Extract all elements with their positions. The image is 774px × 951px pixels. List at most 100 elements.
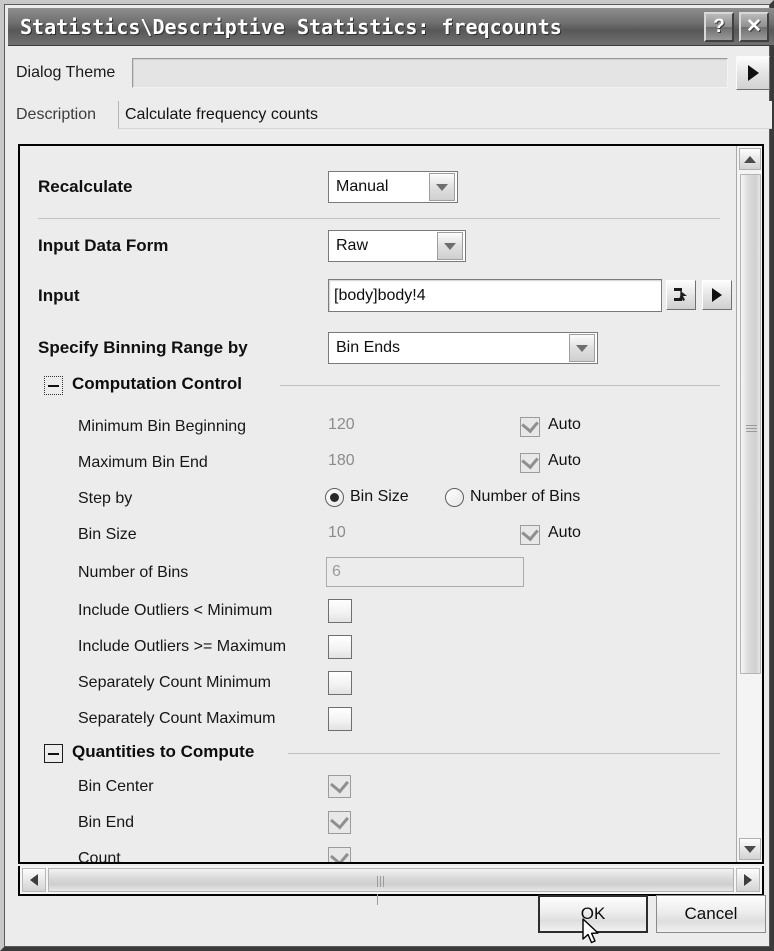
- recalculate-value: Manual: [336, 178, 389, 195]
- separator-1: [38, 218, 720, 219]
- specify-binning-range-label: Specify Binning Range by: [38, 338, 248, 357]
- chevron-up-icon: [744, 155, 756, 163]
- check-icon: [521, 415, 539, 434]
- recalculate-dropdown-button[interactable]: [429, 173, 455, 201]
- horizontal-scrollbar-track[interactable]: [48, 868, 734, 905]
- input-field-value: [body]body!4: [334, 286, 426, 304]
- section-quantities-to-compute[interactable]: Quantities to Compute: [20, 742, 738, 766]
- row-minimum-bin-beginning: Minimum Bin Beginning: [20, 414, 738, 440]
- chevron-down-icon: [744, 845, 756, 853]
- chevron-down-icon: [576, 344, 588, 352]
- maximum-bin-end-auto-checkbox[interactable]: [520, 451, 540, 473]
- bin-end-checkbox[interactable]: [328, 810, 351, 834]
- minimum-bin-beginning-label: Minimum Bin Beginning: [78, 418, 247, 435]
- input-data-form-label: Input Data Form: [38, 236, 169, 255]
- computation-control-title: Computation Control: [72, 374, 242, 393]
- number-of-bins-value: 6: [332, 563, 341, 580]
- description-row: Description Calculate frequency counts: [10, 96, 772, 134]
- input-label: Input: [38, 286, 80, 305]
- cancel-button[interactable]: Cancel: [656, 895, 766, 933]
- question-mark-icon: ?: [713, 16, 725, 37]
- count-label: Count: [78, 850, 121, 864]
- include-outliers-max-checkbox[interactable]: [328, 635, 352, 659]
- specify-binning-range-select[interactable]: Bin Ends: [328, 332, 598, 364]
- separately-count-min-checkbox[interactable]: [328, 671, 352, 695]
- collapse-toggle-icon[interactable]: [44, 744, 63, 763]
- input-data-form-dropdown-button[interactable]: [437, 232, 463, 260]
- radio-bin-size[interactable]: [325, 488, 344, 507]
- dialog-window: Statistics\Descriptive Statistics: freqc…: [0, 0, 774, 951]
- bin-center-checkbox[interactable]: [328, 774, 351, 798]
- settings-panel: Recalculate Manual Input Data Form Raw I…: [18, 144, 764, 864]
- close-button[interactable]: ✕: [739, 11, 769, 42]
- include-outliers-max-label: Include Outliers >= Maximum: [78, 638, 287, 655]
- number-of-bins-input[interactable]: 6: [326, 557, 524, 587]
- title-bar: Statistics\Descriptive Statistics: freqc…: [8, 8, 774, 46]
- bin-size-value: 10: [328, 524, 346, 541]
- minimum-bin-beginning-auto-label: Auto: [548, 416, 581, 433]
- section-computation-control[interactable]: Computation Control: [20, 374, 738, 398]
- collapse-toggle-icon[interactable]: [44, 376, 63, 395]
- include-outliers-min-label: Include Outliers < Minimum: [78, 602, 273, 619]
- scrollbar-grip: [377, 876, 387, 905]
- bin-end-label: Bin End: [78, 814, 135, 831]
- input-field[interactable]: [body]body!4: [328, 279, 662, 312]
- scrollbar-grip: [746, 425, 757, 434]
- window-title: Statistics\Descriptive Statistics: freqc…: [20, 14, 562, 39]
- input-arrow-button[interactable]: [702, 280, 732, 310]
- row-bin-center: Bin Center: [20, 774, 738, 800]
- bin-size-auto-label: Auto: [548, 524, 581, 541]
- row-separately-count-min: Separately Count Minimum: [20, 670, 738, 696]
- select-data-icon: [674, 288, 687, 301]
- chevron-down-icon: [444, 242, 456, 250]
- row-maximum-bin-end: Maximum Bin End: [20, 450, 738, 476]
- bin-size-auto-checkbox[interactable]: [520, 523, 540, 545]
- include-outliers-min-checkbox[interactable]: [328, 599, 352, 623]
- separately-count-min-label: Separately Count Minimum: [78, 674, 271, 691]
- specify-binning-range-value: Bin Ends: [336, 339, 401, 356]
- minimum-bin-beginning-value: 120: [328, 416, 355, 433]
- vertical-scrollbar-thumb[interactable]: [740, 174, 761, 674]
- scroll-down-button[interactable]: [739, 838, 761, 860]
- row-include-outliers-max: Include Outliers >= Maximum: [20, 634, 738, 660]
- section-rule: [280, 385, 720, 386]
- recalculate-select[interactable]: Manual: [328, 171, 458, 203]
- description-value: Calculate frequency counts: [118, 101, 772, 129]
- check-icon: [521, 523, 539, 542]
- dialog-button-bar: OK Cancel: [4, 891, 774, 939]
- count-checkbox[interactable]: [328, 846, 351, 862]
- maximum-bin-end-auto-label: Auto: [548, 452, 581, 469]
- radio-number-of-bins[interactable]: [445, 488, 464, 507]
- scroll-up-button[interactable]: [739, 148, 761, 170]
- row-bin-end: Bin End: [20, 810, 738, 836]
- maximum-bin-end-label: Maximum Bin End: [78, 454, 208, 471]
- recalculate-label: Recalculate: [38, 177, 133, 196]
- input-select-data-button[interactable]: [666, 280, 696, 310]
- settings-panel-content: Recalculate Manual Input Data Form Raw I…: [20, 146, 738, 862]
- horizontal-scrollbar-thumb[interactable]: [48, 868, 734, 905]
- separately-count-max-label: Separately Count Maximum: [78, 710, 276, 727]
- bin-center-label: Bin Center: [78, 778, 154, 795]
- help-button[interactable]: ?: [704, 11, 734, 42]
- chevron-left-icon: [30, 874, 38, 886]
- check-icon: [521, 451, 539, 470]
- row-count: Count: [20, 846, 738, 864]
- dialog-theme-label: Dialog Theme: [16, 64, 116, 81]
- separately-count-max-checkbox[interactable]: [328, 707, 352, 731]
- step-by-label: Step by: [78, 490, 133, 507]
- specify-binning-range-dropdown-button[interactable]: [569, 334, 595, 362]
- scroll-right-button[interactable]: [736, 868, 760, 892]
- minimum-bin-beginning-auto-checkbox[interactable]: [520, 415, 540, 437]
- check-icon: [330, 846, 349, 862]
- scroll-left-button[interactable]: [22, 868, 46, 892]
- dialog-theme-input[interactable]: [132, 58, 728, 88]
- ok-button[interactable]: OK: [538, 895, 648, 933]
- section-rule: [288, 753, 720, 754]
- row-include-outliers-min: Include Outliers < Minimum: [20, 598, 738, 624]
- description-label: Description: [16, 106, 97, 123]
- check-icon: [330, 810, 349, 830]
- input-data-form-select[interactable]: Raw: [328, 230, 466, 262]
- radio-number-of-bins-label: Number of Bins: [470, 488, 581, 505]
- vertical-scrollbar[interactable]: [736, 146, 762, 862]
- dialog-theme-arrow-button[interactable]: [736, 56, 770, 90]
